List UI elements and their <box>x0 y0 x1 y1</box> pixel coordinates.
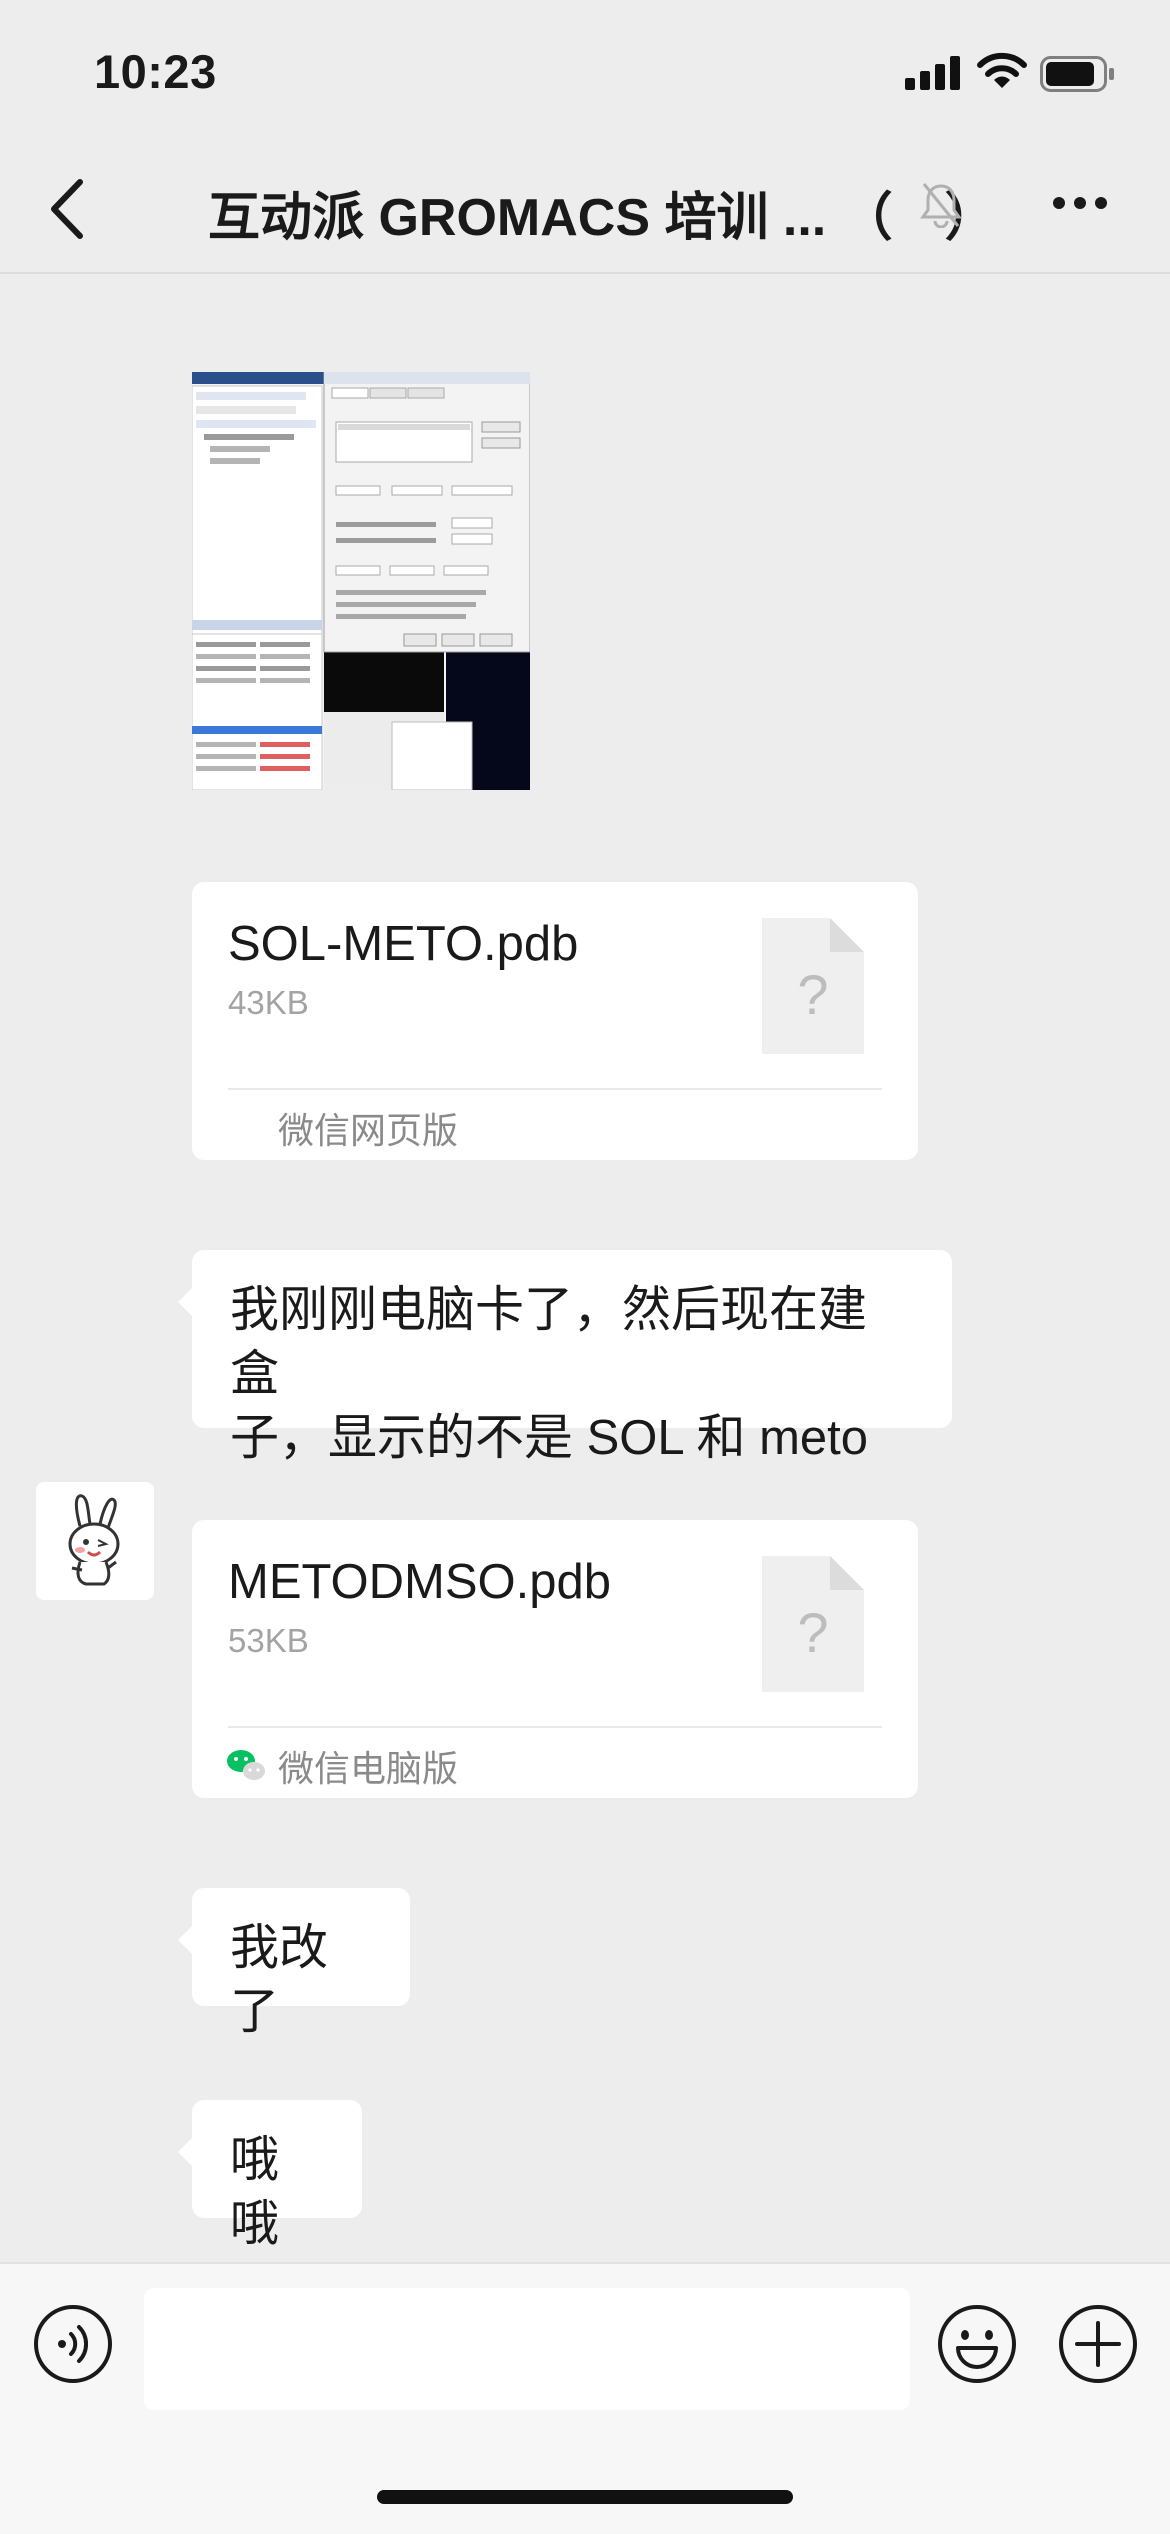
avatar[interactable] <box>36 1482 154 1600</box>
message-input[interactable] <box>144 2288 910 2410</box>
divider <box>228 1088 882 1090</box>
mute-bell-icon <box>920 183 962 228</box>
file-name: METODMSO.pdb <box>228 1555 612 1609</box>
message-text: 我改了 <box>230 1921 329 2039</box>
message-text-line: 我刚刚电脑卡了，然后现在建盒 <box>230 1283 868 1401</box>
message-text-line: 子，显示的不是 SOL 和 meto <box>230 1411 869 1465</box>
image-message[interactable] <box>192 372 530 790</box>
divider <box>228 1726 882 1728</box>
wechat-logo-icon <box>227 1750 265 1780</box>
file-size: 53KB <box>228 1622 309 1659</box>
emoji-button[interactable] <box>936 2303 1018 2385</box>
message-text: 哦哦 <box>230 2133 280 2251</box>
chat-title: 互动派 GROMACS 培训 ... （ ） <box>208 189 997 247</box>
file-name: SOL-METO.pdb <box>228 917 579 971</box>
back-button[interactable] <box>44 176 90 242</box>
home-indicator[interactable] <box>377 2490 793 2504</box>
text-message[interactable]: 哦哦 <box>178 2100 362 2251</box>
wifi-icon <box>977 52 1027 88</box>
add-more-button[interactable] <box>1057 2303 1139 2385</box>
unknown-file-icon: ? <box>762 918 864 1054</box>
battery-icon <box>1040 56 1114 92</box>
status-time: 10:23 <box>94 45 217 98</box>
text-message[interactable]: 我改了 <box>178 1888 410 2039</box>
file-message[interactable]: SOL-METO.pdb 43KB ? 微信网页版 <box>192 882 918 1160</box>
file-size: 43KB <box>228 984 309 1021</box>
more-button[interactable] <box>1052 196 1108 210</box>
file-message[interactable]: METODMSO.pdb 53KB ? 微信电脑版 <box>192 1520 918 1798</box>
svg-text:?: ? <box>797 1601 828 1664</box>
voice-input-button[interactable] <box>32 2303 114 2385</box>
file-source-label: 微信网页版 <box>278 1110 459 1151</box>
signal-icon <box>905 56 960 90</box>
text-message[interactable]: 我刚刚电脑卡了，然后现在建盒 子，显示的不是 SOL 和 meto <box>178 1250 952 1465</box>
file-source-label: 微信电脑版 <box>278 1748 459 1789</box>
svg-text:?: ? <box>797 963 828 1026</box>
unknown-file-icon: ? <box>762 1556 864 1692</box>
rabbit-avatar-icon <box>68 1494 120 1586</box>
